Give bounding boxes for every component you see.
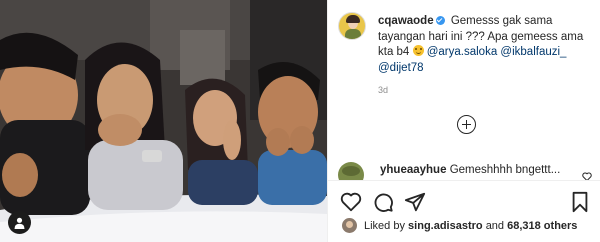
tagged-users-button[interactable]	[8, 211, 31, 234]
post-photo[interactable]	[0, 0, 327, 242]
like-button[interactable]	[340, 191, 362, 213]
liker-username[interactable]: sing.adisastro	[408, 220, 483, 232]
group-selfie-photo	[0, 0, 327, 242]
verified-badge-icon	[435, 16, 445, 25]
post-details-panel: cqawaode Gemesss gak sama tayangan hari …	[327, 0, 600, 242]
comment-text: yhueaayhue Gemeshhhh bngettt...	[380, 164, 560, 176]
action-bar	[328, 180, 600, 221]
share-icon	[404, 192, 426, 212]
likes-connector: and	[485, 220, 505, 232]
mention-link[interactable]: @dijet78	[378, 62, 424, 74]
likes-count-link[interactable]: 68,318 others	[507, 220, 577, 232]
likes-text: Liked by sing.adisastro and 68,318 other…	[364, 220, 577, 232]
share-button[interactable]	[404, 191, 426, 213]
grin-emoji-icon	[412, 45, 424, 56]
comment-button[interactable]	[372, 191, 394, 213]
author-avatar[interactable]	[338, 12, 366, 40]
caption-text: cqawaode Gemesss gak sama tayangan hari …	[378, 14, 598, 76]
commenter-username[interactable]: yhueaayhue	[380, 164, 446, 176]
likes-summary: Liked by sing.adisastro and 68,318 other…	[342, 217, 600, 237]
post-time[interactable]: 3d	[378, 85, 388, 95]
comment-item: yhueaayhue Gemeshhhh bngettt...	[338, 160, 596, 180]
likes-prefix: Liked by	[364, 220, 405, 232]
commenter-avatar[interactable]	[338, 162, 364, 180]
comment-body: Gemeshhhh bngettt...	[449, 164, 561, 176]
heart-icon	[582, 172, 592, 180]
mention-link[interactable]: @arya.saloka	[427, 46, 497, 58]
user-tag-icon	[14, 217, 25, 229]
comment-like-button[interactable]	[582, 168, 592, 180]
comment-icon	[374, 193, 393, 212]
heart-icon	[340, 192, 362, 212]
save-button[interactable]	[570, 191, 592, 213]
load-more-comments-button[interactable]	[457, 115, 476, 134]
mention-link[interactable]: @ikbalfauzi_	[500, 46, 566, 58]
bookmark-icon	[572, 191, 588, 213]
author-username[interactable]: cqawaode	[378, 15, 434, 27]
liker-avatar[interactable]	[342, 218, 357, 233]
